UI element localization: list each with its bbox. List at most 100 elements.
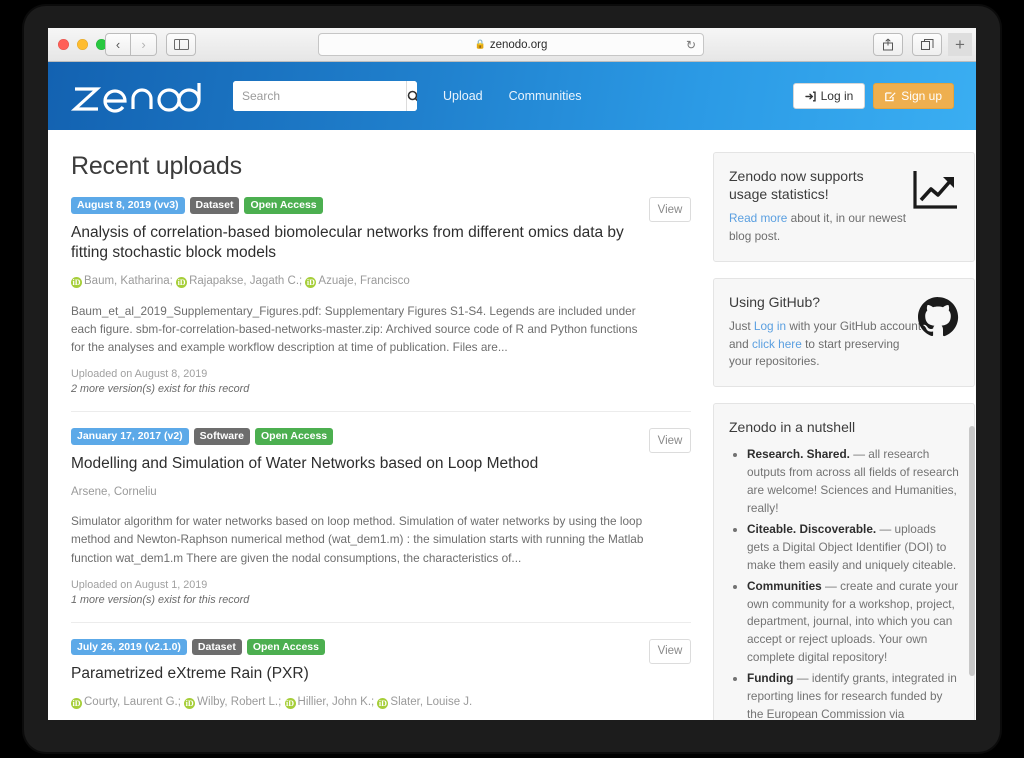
address-bar[interactable]: 🔒 zenodo.org ↻ xyxy=(318,33,704,56)
share-icon xyxy=(883,38,893,51)
github-card-body: Just Log in with your GitHub account and… xyxy=(729,318,924,371)
orcid-icon: iD xyxy=(71,698,82,710)
view-button[interactable]: View xyxy=(649,638,691,664)
author-entry: iD Rajapakse, Jagath C.; xyxy=(176,275,303,289)
login-button[interactable]: Log in xyxy=(792,83,866,109)
sign-in-icon xyxy=(804,91,816,101)
record-authors: iD Baum, Katharina; iD Rajapakse, Jagath C… xyxy=(71,273,691,290)
search-icon xyxy=(407,90,417,101)
nutshell-card: Zenodo in a nutshell Research. Shared. —… xyxy=(713,403,975,720)
recent-uploads-column: Recent uploads View August 8, 2019 (vv3)… xyxy=(71,130,691,720)
pencil-edit-icon xyxy=(885,91,896,101)
device-frame: ‹ › 🔒 zenodo.org ↻ + Search Upload Commu… xyxy=(24,6,1000,752)
window-traffic-lights xyxy=(58,39,107,50)
github-login-link[interactable]: Log in xyxy=(754,319,786,333)
new-tab-button[interactable]: + xyxy=(948,33,972,56)
lock-icon: 🔒 xyxy=(474,39,486,49)
sidebar-toggle-button[interactable] xyxy=(166,33,196,56)
badge-type: Software xyxy=(193,428,250,445)
navigation-buttons: ‹ › xyxy=(105,33,196,56)
minimize-window-button[interactable] xyxy=(77,39,88,50)
record-versions-note: 1 more version(s) exist for this record xyxy=(71,593,250,606)
github-icon xyxy=(916,295,960,344)
orcid-icon: iD xyxy=(284,698,296,710)
orcid-icon: iD xyxy=(71,277,82,289)
login-button-label: Log in xyxy=(820,89,854,103)
badge-date: July 26, 2019 (v2.1.0) xyxy=(71,638,187,656)
record-versions-note: 2 more version(s) exist for this record xyxy=(71,383,250,396)
close-window-button[interactable] xyxy=(58,39,69,50)
badge-access: Open Access xyxy=(255,428,334,445)
nutshell-title: Zenodo in a nutshell xyxy=(729,419,856,435)
chevron-right-icon: › xyxy=(141,37,146,52)
list-item: Communities — create and curate your own… xyxy=(747,578,959,668)
badge-access: Open Access xyxy=(246,638,325,656)
orcid-icon: iD xyxy=(377,698,389,710)
chevron-left-icon: ‹ xyxy=(115,37,121,52)
author-name: Courty, Laurent G.; xyxy=(84,696,181,709)
author-name: Rajapakse, Jagath C.; xyxy=(189,275,303,288)
record-title[interactable]: Modelling and Simulation of Water Networ… xyxy=(71,454,647,475)
author-entry: iD Azuaje, Francisco xyxy=(305,275,410,289)
nutshell-item-term: Citeable. Discoverable. xyxy=(747,521,877,536)
nutshell-item-term: Research. Shared. xyxy=(747,447,850,462)
sidebar-column: Zenodo now supports usage statistics! Re… xyxy=(713,130,975,720)
signup-button[interactable]: Sign up xyxy=(873,83,954,109)
record-item: View July 26, 2019 (v2.1.0) Dataset Open… xyxy=(71,638,691,720)
record-badges: July 26, 2019 (v2.1.0) Dataset Open Acce… xyxy=(71,638,691,656)
author-entry: iD Baum, Katharina; xyxy=(71,275,173,289)
badge-date: January 17, 2017 (v2) xyxy=(71,428,189,445)
url-text: zenodo.org xyxy=(489,38,548,51)
author-entry: iD Hillier, John K.; xyxy=(284,696,374,710)
author-entry: Arsene, Corneliu xyxy=(71,486,157,498)
orcid-icon: iD xyxy=(305,277,317,289)
page-viewport: Upload Communities Log in xyxy=(48,62,976,720)
reload-icon[interactable]: ↻ xyxy=(686,38,696,52)
list-item: Research. Shared. — all research outputs… xyxy=(747,446,959,518)
github-click-here-link[interactable]: click here xyxy=(752,337,802,351)
author-entry: iD Wilby, Robert L.; xyxy=(184,696,282,710)
record-item: View January 17, 2017 (v2) Software Open… xyxy=(71,428,691,623)
record-title[interactable]: Parametrized eXtreme Rain (PXR) xyxy=(71,664,647,685)
forward-button[interactable]: › xyxy=(131,33,157,56)
toolbar-right-actions xyxy=(873,33,942,56)
navbar-links: Upload Communities xyxy=(443,89,582,103)
show-tabs-button[interactable] xyxy=(912,33,942,56)
view-button[interactable]: View xyxy=(649,428,691,454)
record-badges: August 8, 2019 (vv3) Dataset Open Access xyxy=(71,197,691,214)
chart-trend-up-icon xyxy=(912,169,960,216)
view-button[interactable]: View xyxy=(649,197,691,222)
author-name: Wilby, Robert L.; xyxy=(197,696,282,709)
sidebar-icon xyxy=(173,39,189,50)
usage-statistics-card: Zenodo now supports usage statistics! Re… xyxy=(713,152,975,262)
badge-date: August 8, 2019 (vv3) xyxy=(71,197,185,214)
record-description: Simulator algorithm for water networks b… xyxy=(71,514,644,565)
nav-link-communities[interactable]: Communities xyxy=(509,89,582,103)
page-title: Recent uploads xyxy=(71,152,242,180)
orcid-icon: iD xyxy=(184,698,196,710)
zenodo-logo[interactable] xyxy=(71,76,211,116)
record-authors: iD Courty, Laurent G.; iD Wilby, Robert L.… xyxy=(71,694,691,711)
github-card-title: Using GitHub? xyxy=(729,293,821,310)
search-submit-button[interactable] xyxy=(406,81,417,111)
nav-link-upload[interactable]: Upload xyxy=(443,89,483,103)
record-upload-date: Uploaded on August 8, 2019 xyxy=(71,368,208,381)
record-item: View August 8, 2019 (vv3) Dataset Open A… xyxy=(71,197,691,413)
back-button[interactable]: ‹ xyxy=(105,33,131,56)
author-name: Azuaje, Francisco xyxy=(318,275,410,288)
nutshell-item-term: Funding xyxy=(747,671,794,686)
usage-statistics-body: Read more about it, in our newest blog p… xyxy=(729,210,924,245)
author-name: Baum, Katharina; xyxy=(84,275,173,288)
share-button[interactable] xyxy=(873,33,903,56)
author-entry: iD Courty, Laurent G.; xyxy=(71,696,181,710)
read-more-link[interactable]: Read more xyxy=(729,211,787,225)
screen: ‹ › 🔒 zenodo.org ↻ + Search Upload Commu… xyxy=(48,28,976,720)
search-box[interactable] xyxy=(233,81,417,111)
tabs-icon xyxy=(920,38,933,50)
signup-button-label: Sign up xyxy=(901,89,942,103)
page-scrollbar[interactable] xyxy=(968,130,976,720)
search-input[interactable] xyxy=(233,81,406,111)
record-title[interactable]: Analysis of correlation-based biomolecul… xyxy=(71,223,647,265)
site-navbar: Upload Communities Log in xyxy=(48,62,976,130)
scrollbar-thumb[interactable] xyxy=(969,426,975,676)
